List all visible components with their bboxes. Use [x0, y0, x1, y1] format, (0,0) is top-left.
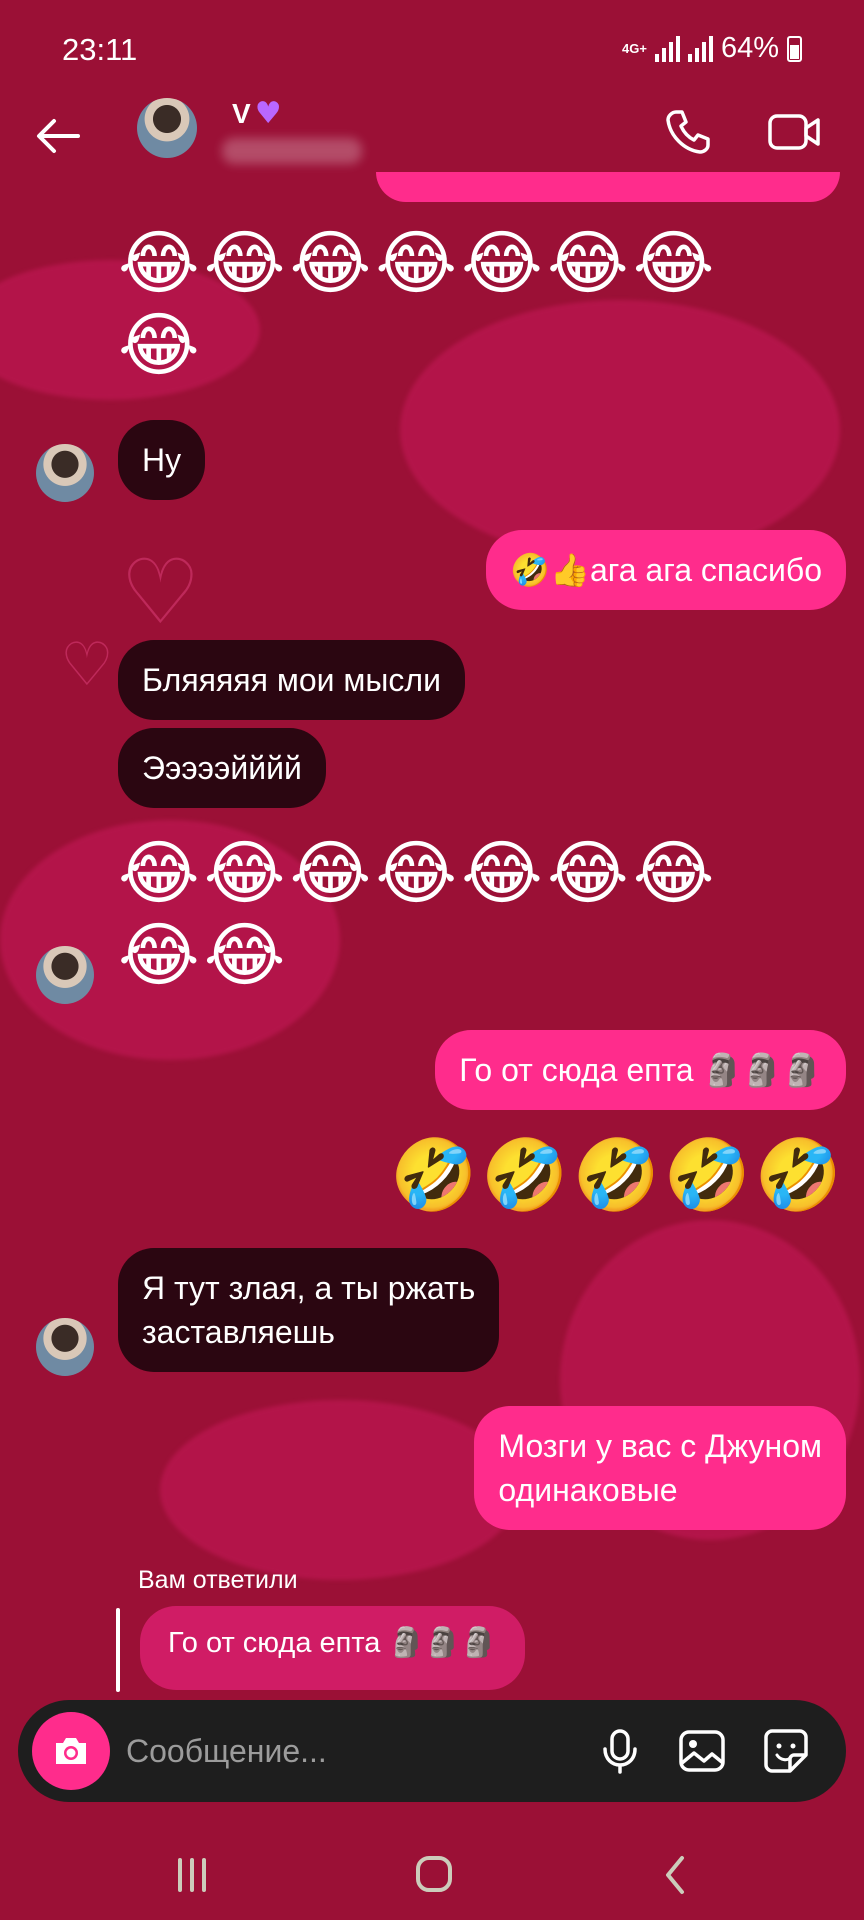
message-list[interactable]: 😂😂😂😂😂😂😂 😂 Ну 🤣👍ага ага спасибо Бляяяяя м… [0, 0, 864, 1920]
status-bar: 23:11 4G+ 64% [0, 0, 864, 100]
nav-back-icon[interactable] [646, 1850, 706, 1900]
emoji-message[interactable]: 😂😂😂😂😂😂😂 😂😂 [118, 832, 719, 996]
status-icons: 4G+ 64% [622, 32, 802, 65]
microphone-icon[interactable] [594, 1725, 646, 1777]
incoming-message[interactable]: Я тут злая, а ты ржать заставляешь [118, 1248, 500, 1372]
quoted-message[interactable]: Го от сюда епта 🗿🗿🗿 [140, 1606, 525, 1690]
phone-icon[interactable] [662, 106, 714, 158]
outgoing-message[interactable]: 🤣👍ага ага спасибо [486, 530, 846, 610]
outgoing-message[interactable]: Го от сюда епта 🗿🗿🗿 [435, 1030, 846, 1110]
video-camera-icon[interactable] [766, 106, 824, 158]
camera-button[interactable] [32, 1712, 110, 1790]
purple-heart-icon: ♥ [254, 96, 282, 131]
message-input[interactable] [126, 1724, 586, 1778]
home-icon[interactable] [404, 1850, 464, 1900]
emoji-message[interactable]: 🤣🤣🤣🤣🤣 [390, 1134, 846, 1216]
message-composer [18, 1700, 846, 1802]
contact-avatar[interactable] [137, 98, 197, 158]
reply-indicator [116, 1608, 120, 1692]
sticker-icon[interactable] [760, 1725, 812, 1777]
battery-icon [787, 35, 802, 62]
network-type: 4G+ [622, 41, 647, 56]
outgoing-message[interactable]: Мозги у вас с Джуном одинаковые [474, 1406, 846, 1530]
sender-avatar[interactable] [36, 946, 94, 1004]
chat-header: V ♥ [0, 90, 864, 180]
blurred-username [222, 138, 362, 164]
arrow-left-icon[interactable] [32, 110, 84, 162]
image-icon[interactable] [676, 1725, 728, 1777]
emoji-message[interactable]: 😂😂😂😂😂😂😂 😂 [118, 222, 719, 386]
system-nav-bar [0, 1820, 864, 1920]
recents-icon[interactable] [162, 1850, 222, 1900]
sender-avatar[interactable] [36, 1318, 94, 1376]
incoming-message[interactable]: Бляяяяя мои мысли [118, 640, 465, 720]
contact-name: V [232, 97, 251, 129]
incoming-message[interactable]: Эээээйййй [118, 728, 326, 808]
sender-avatar[interactable] [36, 444, 94, 502]
reply-label: Вам ответили [138, 1566, 298, 1594]
signal-icon [654, 35, 680, 62]
incoming-message[interactable]: Ну [118, 420, 206, 500]
contact-name-row[interactable]: V ♥ [232, 96, 282, 131]
camera-icon [56, 1738, 86, 1764]
signal-icon [687, 35, 713, 62]
battery-percent: 64% [720, 32, 779, 64]
clock: 23:11 [62, 32, 138, 67]
